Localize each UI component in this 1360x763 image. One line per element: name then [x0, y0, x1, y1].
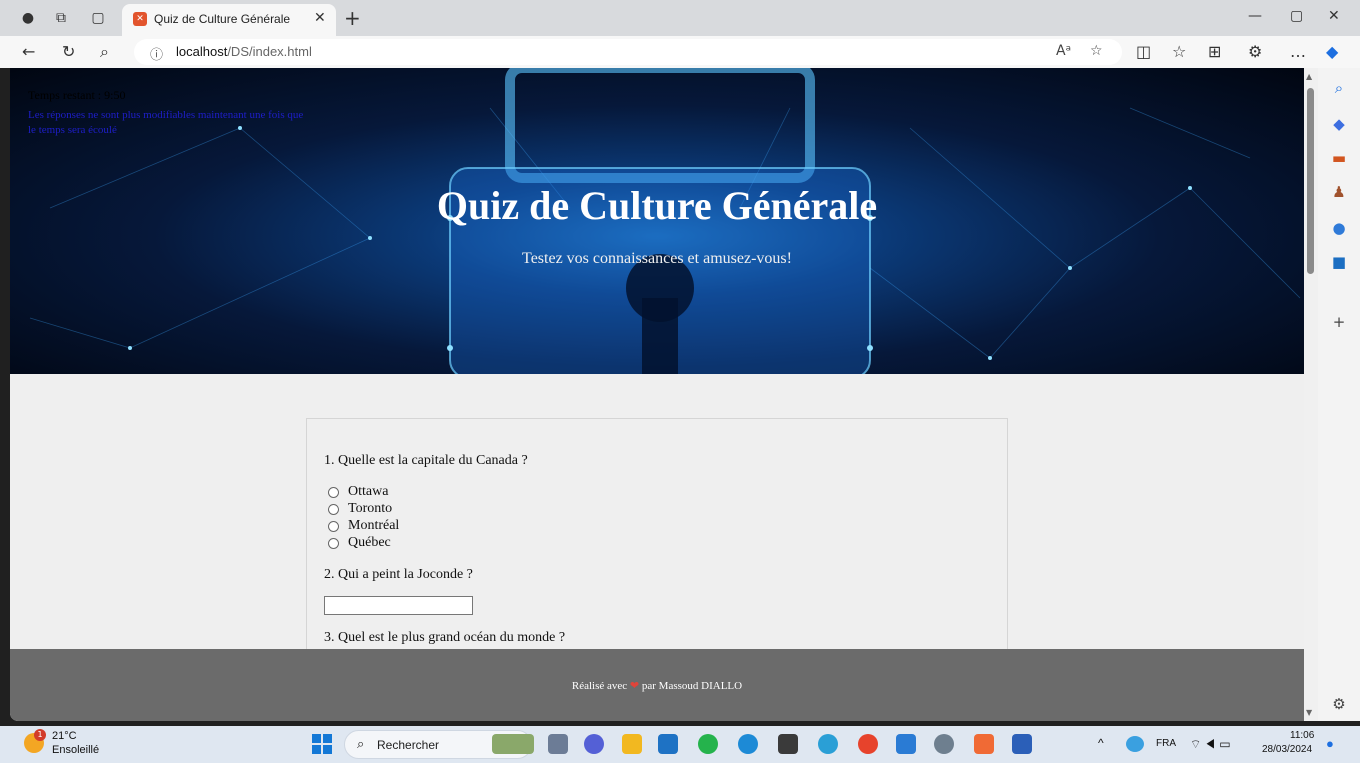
tab-quiz[interactable]: ✕ Quiz de Culture Générale ✕	[122, 4, 336, 36]
radio-button[interactable]	[328, 486, 339, 498]
scroll-down-icon[interactable]: ▼	[1306, 708, 1312, 717]
radio-button[interactable]	[328, 503, 339, 515]
back-icon[interactable]: ←	[22, 42, 35, 61]
page-title: Quiz de Culture Générale	[436, 183, 878, 228]
notification-bell-icon[interactable]: ●	[1326, 736, 1334, 751]
extensions-icon[interactable]: ⚙	[1248, 42, 1262, 61]
games-icon[interactable]: ♟	[1329, 182, 1349, 202]
quiz-form: 1. Quelle est la capitale du Canada ? Ot…	[306, 418, 1008, 678]
taskbar: 1 21°C Ensoleillé ⌕ Rechercher ^ FRA ⌔ ◀…	[0, 726, 1360, 763]
timer-note: Les réponses ne sont plus modifiables ma…	[28, 109, 304, 136]
wifi-volume-battery-icon[interactable]: ⌔ ◀ ▭	[1190, 737, 1231, 752]
start-icon[interactable]	[312, 734, 332, 754]
telegram-icon[interactable]	[818, 734, 838, 754]
option-toronto[interactable]: Toronto	[328, 500, 392, 518]
weather-description[interactable]: Ensoleillé	[52, 744, 99, 756]
search-icon: ⌕	[357, 737, 365, 752]
widgets-icon[interactable]	[492, 734, 534, 754]
xampp-favicon-icon: ✕	[133, 12, 147, 26]
shopping-icon[interactable]: ◆	[1329, 114, 1349, 134]
close-tab-icon[interactable]: ✕	[314, 10, 326, 26]
option-ottawa[interactable]: Ottawa	[328, 483, 388, 501]
sidebar-settings-icon[interactable]: ⚙	[1329, 694, 1349, 714]
language-indicator[interactable]: FRA	[1156, 738, 1176, 749]
read-aloud-icon[interactable]: Aᵃ	[1056, 43, 1071, 59]
question-1: 1. Quelle est la capitale du Canada ?	[324, 453, 528, 468]
xampp-icon[interactable]	[974, 734, 994, 754]
clock-date[interactable]: 28/03/2024	[1262, 744, 1312, 755]
browser-chrome: ● ⧉ ▢ ✕ Quiz de Culture Générale ✕ + — ▢…	[0, 0, 1360, 68]
more-icon[interactable]: …	[1290, 42, 1306, 61]
add-sidebar-icon[interactable]: +	[1329, 312, 1349, 332]
timer-text: Temps restant : 9:50	[28, 88, 126, 102]
page-subtitle: Testez vos connaissances et amusez-vous!	[522, 250, 792, 267]
onedrive-icon[interactable]	[1126, 736, 1144, 752]
page-viewport: Temps restant : 9:50 Les réponses ne son…	[10, 68, 1304, 721]
option-montreal[interactable]: Montréal	[328, 517, 399, 535]
settings-icon[interactable]	[934, 734, 954, 754]
address-bar[interactable]: ⓘ localhost/DS/index.html Aᵃ ☆	[134, 39, 1122, 65]
weather-temperature[interactable]: 21°C	[52, 730, 77, 742]
copilot-icon[interactable]: ◆	[1326, 42, 1338, 61]
outlook-icon[interactable]: ■	[1329, 252, 1349, 272]
profile-icon[interactable]: ●	[20, 10, 36, 26]
office-icon[interactable]: ●	[1329, 218, 1349, 238]
search-icon[interactable]: ⌕	[100, 42, 109, 62]
chevron-up-icon[interactable]: ^	[1098, 736, 1104, 750]
whatsapp-icon[interactable]	[698, 734, 718, 754]
word-icon[interactable]	[1012, 734, 1032, 754]
edge-icon[interactable]	[738, 734, 758, 754]
vscode-icon[interactable]	[896, 734, 916, 754]
refresh-icon[interactable]: ↻	[62, 42, 75, 61]
edge-sidebar: ⌕ ◆ ▬ ♟ ● ■ + ⚙	[1318, 68, 1360, 721]
notification-badge: 1	[34, 729, 46, 741]
teams-icon[interactable]	[584, 734, 604, 754]
app-icon[interactable]	[778, 734, 798, 754]
heart-icon: ❤	[629, 680, 640, 692]
question-2: 2. Qui a peint la Joconde ?	[324, 567, 473, 582]
mail-icon[interactable]	[658, 734, 678, 754]
search-sidebar-icon[interactable]: ⌕	[1329, 78, 1349, 98]
scroll-thumb[interactable]	[1307, 88, 1314, 274]
collections-icon[interactable]: ⊞	[1208, 42, 1221, 61]
tab-actions-icon[interactable]: ▢	[90, 10, 106, 26]
task-view-icon[interactable]	[548, 734, 568, 754]
new-tab-icon[interactable]: +	[344, 6, 361, 30]
page-scrollbar[interactable]: ▲ ▼	[1304, 68, 1318, 721]
footer-credit: Réalisé avec ❤ par Massoud DIALLO	[571, 680, 743, 692]
question-2-input[interactable]	[324, 596, 473, 615]
radio-button[interactable]	[328, 520, 339, 532]
favorite-icon[interactable]: ☆	[1090, 43, 1103, 59]
hero-banner: Temps restant : 9:50 Les réponses ne son…	[10, 68, 1304, 374]
url-text[interactable]: localhost/DS/index.html	[176, 44, 312, 59]
chrome-icon[interactable]	[858, 734, 878, 754]
option-quebec[interactable]: Québec	[328, 534, 391, 552]
radio-button[interactable]	[328, 537, 339, 549]
question-3: 3. Quel est le plus grand océan du monde…	[324, 630, 566, 645]
close-window-icon[interactable]: ✕	[1328, 8, 1340, 24]
taskbar-search-label: Rechercher	[377, 738, 440, 752]
clock-time[interactable]: 11:06	[1290, 730, 1314, 741]
workspaces-icon[interactable]: ⧉	[53, 10, 69, 26]
favorites-icon[interactable]: ☆	[1172, 42, 1186, 61]
restore-icon[interactable]: ▢	[1290, 8, 1303, 24]
tab-title: Quiz de Culture Générale	[154, 12, 291, 26]
tools-icon[interactable]: ▬	[1329, 148, 1349, 168]
split-screen-icon[interactable]: ◫	[1136, 42, 1151, 61]
page-footer: Réalisé avec ❤ par Massoud DIALLO	[10, 649, 1304, 721]
minimize-icon[interactable]: —	[1248, 8, 1262, 24]
scroll-up-icon[interactable]: ▲	[1306, 72, 1312, 81]
file-explorer-icon[interactable]	[622, 734, 642, 754]
tab-bar: ● ⧉ ▢ ✕ Quiz de Culture Générale ✕ + — ▢…	[0, 0, 1360, 36]
nav-bar: ← ↻ ⌕ ⓘ localhost/DS/index.html Aᵃ ☆ ◫ ☆…	[0, 36, 1360, 68]
info-icon[interactable]: ⓘ	[150, 44, 163, 63]
